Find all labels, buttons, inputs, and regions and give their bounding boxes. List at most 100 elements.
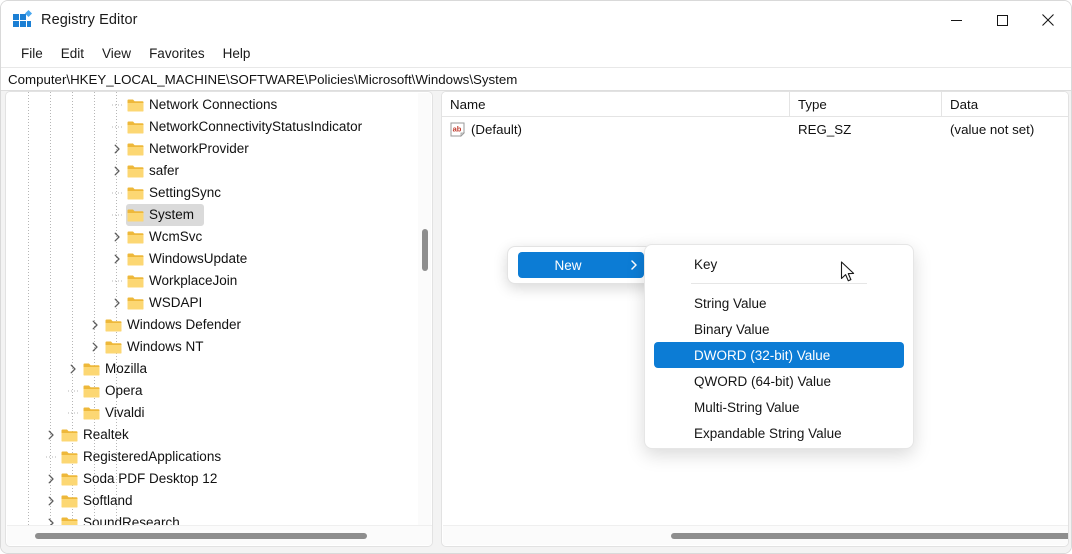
tree-item-networkconnectivitystatusindicator[interactable]: NetworkConnectivityStatusIndicator bbox=[6, 116, 433, 138]
folder-icon bbox=[60, 468, 78, 490]
tree-item-network-connections[interactable]: Network Connections bbox=[6, 94, 433, 116]
menu-view[interactable]: View bbox=[93, 43, 140, 64]
new-submenu: Key String ValueBinary ValueDWORD (32-bit… bbox=[644, 244, 914, 449]
maximize-button[interactable] bbox=[979, 1, 1025, 39]
submenu-item-qword-64-bit-value[interactable]: QWORD (64-bit) Value bbox=[654, 368, 904, 394]
submenu-item-string-value[interactable]: String Value bbox=[654, 290, 904, 316]
tree-item-softland[interactable]: Softland bbox=[6, 490, 433, 512]
chevron-right-icon[interactable] bbox=[86, 336, 104, 358]
tree-item-label: Realtek bbox=[83, 426, 133, 444]
tree-item-networkprovider[interactable]: NetworkProvider bbox=[6, 138, 433, 160]
menu-edit[interactable]: Edit bbox=[52, 43, 93, 64]
tree-leaf-stub bbox=[64, 380, 82, 402]
tree-item-windowsupdate[interactable]: WindowsUpdate bbox=[6, 248, 433, 270]
tree-item-label: Mozilla bbox=[105, 360, 151, 378]
title-bar: Registry Editor bbox=[1, 1, 1072, 39]
tree-item-vivaldi[interactable]: Vivaldi bbox=[6, 402, 433, 424]
tree-item-workplacejoin[interactable]: WorkplaceJoin bbox=[6, 270, 433, 292]
values-horizontal-scroll-thumb[interactable] bbox=[671, 533, 1069, 539]
tree-item-content: Realtek bbox=[60, 424, 139, 446]
tree-item-windows-defender[interactable]: Windows Defender bbox=[6, 314, 433, 336]
chevron-right-icon[interactable] bbox=[108, 292, 126, 314]
value-type-cell: REG_SZ bbox=[790, 117, 942, 141]
folder-icon bbox=[60, 446, 78, 468]
tree-item-windows-nt[interactable]: Windows NT bbox=[6, 336, 433, 358]
tree-item-label: Softland bbox=[83, 492, 137, 510]
submenu-item-multi-string-value[interactable]: Multi-String Value bbox=[654, 394, 904, 420]
tree-item-mozilla[interactable]: Mozilla bbox=[6, 358, 433, 380]
value-name: (Default) bbox=[471, 122, 522, 137]
chevron-right-icon[interactable] bbox=[64, 358, 82, 380]
tree-horizontal-scroll-thumb[interactable] bbox=[35, 533, 367, 539]
folder-icon bbox=[126, 160, 144, 182]
chevron-right-icon[interactable] bbox=[42, 468, 60, 490]
tree-leaf-stub bbox=[108, 94, 126, 116]
context-menu: New bbox=[507, 246, 655, 284]
chevron-right-icon bbox=[624, 259, 644, 271]
tree-item-label: WorkplaceJoin bbox=[149, 272, 241, 290]
submenu-item-dword-32-bit-value[interactable]: DWORD (32-bit) Value bbox=[654, 342, 904, 368]
tree-item-label: Soda PDF Desktop 12 bbox=[83, 470, 221, 488]
tree-item-content: NetworkConnectivityStatusIndicator bbox=[126, 116, 372, 138]
tree-vertical-scroll-thumb[interactable] bbox=[422, 229, 428, 271]
registry-tree-pane: Network ConnectionsNetworkConnectivitySt… bbox=[5, 91, 433, 547]
tree-item-realtek[interactable]: Realtek bbox=[6, 424, 433, 446]
tree-leaf-stub bbox=[108, 204, 126, 226]
values-horizontal-scrollbar[interactable] bbox=[443, 525, 1069, 545]
chevron-right-icon[interactable] bbox=[108, 226, 126, 248]
menu-help[interactable]: Help bbox=[214, 43, 260, 64]
folder-icon bbox=[104, 314, 122, 336]
chevron-right-icon[interactable] bbox=[86, 314, 104, 336]
tree-item-system[interactable]: System bbox=[6, 204, 433, 226]
menu-favorites[interactable]: Favorites bbox=[140, 43, 214, 64]
chevron-right-icon[interactable] bbox=[42, 512, 60, 526]
column-header-type[interactable]: Type bbox=[790, 92, 942, 117]
tree-item-safer[interactable]: safer bbox=[6, 160, 433, 182]
tree-leaf-stub bbox=[108, 270, 126, 292]
close-button[interactable] bbox=[1025, 1, 1071, 39]
chevron-right-icon[interactable] bbox=[108, 248, 126, 270]
tree-item-content: System bbox=[126, 204, 204, 226]
tree-item-soda-pdf-desktop-12[interactable]: Soda PDF Desktop 12 bbox=[6, 468, 433, 490]
chevron-right-icon[interactable] bbox=[42, 424, 60, 446]
tree-item-content: Vivaldi bbox=[82, 402, 155, 424]
chevron-right-icon[interactable] bbox=[108, 138, 126, 160]
tree-item-label: Opera bbox=[105, 382, 147, 400]
folder-icon bbox=[126, 204, 144, 226]
tree-item-content: Soda PDF Desktop 12 bbox=[60, 468, 227, 490]
registry-editor-window: Registry Editor File Edit View Favorites… bbox=[0, 0, 1072, 554]
tree-horizontal-scrollbar[interactable] bbox=[7, 525, 433, 545]
tree-vertical-scrollbar[interactable] bbox=[418, 93, 431, 525]
tree-item-content: SoundResearch bbox=[60, 512, 190, 526]
context-menu-item-new[interactable]: New bbox=[518, 252, 644, 278]
tree-item-soundresearch[interactable]: SoundResearch bbox=[6, 512, 433, 526]
tree-item-label: WindowsUpdate bbox=[149, 250, 251, 268]
submenu-item-key[interactable]: Key bbox=[654, 251, 904, 277]
tree-item-label: WcmSvc bbox=[149, 228, 206, 246]
chevron-right-icon[interactable] bbox=[108, 160, 126, 182]
tree-item-content: WindowsUpdate bbox=[126, 248, 257, 270]
minimize-button[interactable] bbox=[933, 1, 979, 39]
folder-icon bbox=[82, 380, 100, 402]
folder-icon bbox=[60, 512, 78, 526]
folder-icon bbox=[126, 226, 144, 248]
submenu-item-binary-value[interactable]: Binary Value bbox=[654, 316, 904, 342]
context-menu-new-label: New bbox=[518, 258, 624, 273]
tree-item-content: WorkplaceJoin bbox=[126, 270, 247, 292]
address-bar[interactable]: Computer\HKEY_LOCAL_MACHINE\SOFTWARE\Pol… bbox=[1, 67, 1072, 91]
tree-item-settingsync[interactable]: SettingSync bbox=[6, 182, 433, 204]
tree-item-opera[interactable]: Opera bbox=[6, 380, 433, 402]
table-row[interactable]: ab (Default) REG_SZ (value not set) bbox=[442, 117, 1069, 141]
tree-item-label: NetworkProvider bbox=[149, 140, 253, 158]
value-data-cell: (value not set) bbox=[942, 117, 1069, 141]
column-header-name[interactable]: Name bbox=[442, 92, 790, 117]
submenu-separator bbox=[691, 283, 867, 284]
chevron-right-icon[interactable] bbox=[42, 490, 60, 512]
menu-file[interactable]: File bbox=[12, 43, 52, 64]
tree-item-registeredapplications[interactable]: RegisteredApplications bbox=[6, 446, 433, 468]
tree-item-wsdapi[interactable]: WSDAPI bbox=[6, 292, 433, 314]
column-header-data[interactable]: Data bbox=[942, 92, 1069, 117]
tree-leaf-stub bbox=[108, 116, 126, 138]
tree-item-wcmsvc[interactable]: WcmSvc bbox=[6, 226, 433, 248]
submenu-item-expandable-string-value[interactable]: Expandable String Value bbox=[654, 420, 904, 446]
